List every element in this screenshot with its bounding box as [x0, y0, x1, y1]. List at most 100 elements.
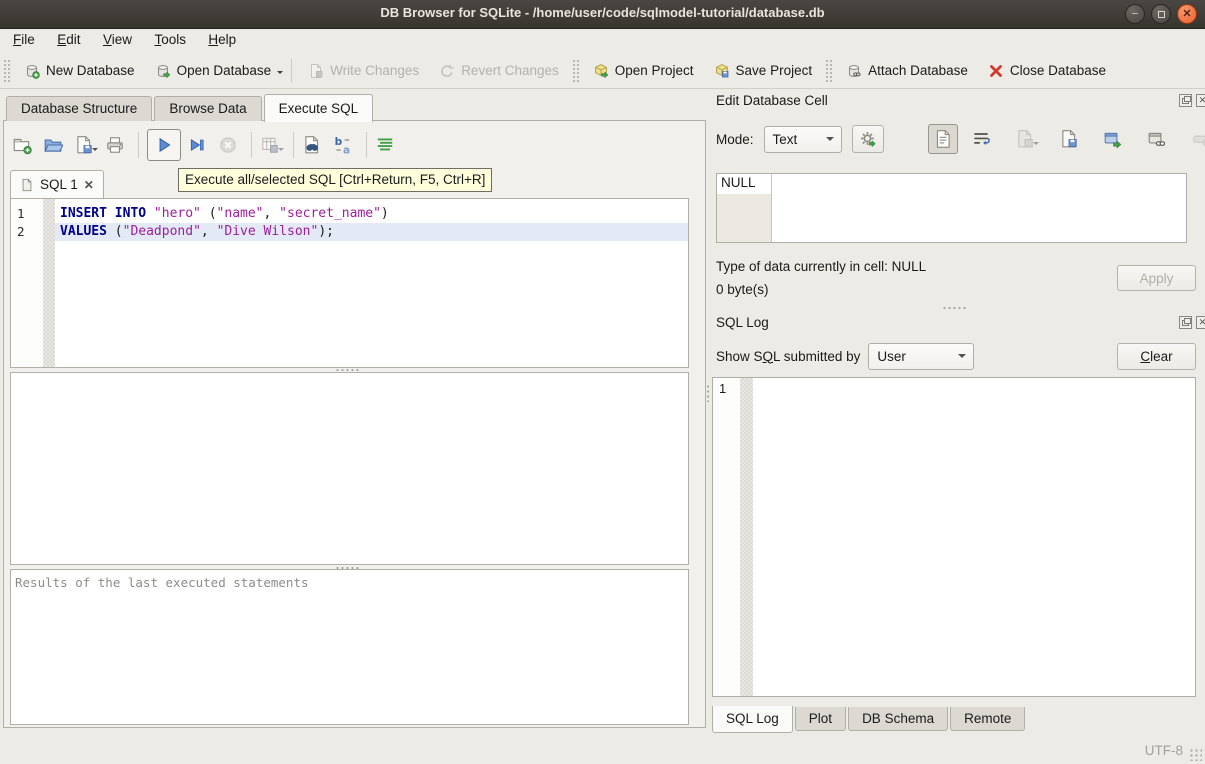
- menu-file[interactable]: File: [4, 29, 44, 47]
- stop-icon: [218, 135, 238, 155]
- cell-value: NULL: [717, 174, 771, 194]
- format-sql-button[interactable]: [375, 135, 395, 155]
- mode-label: Mode:: [716, 132, 754, 147]
- sql-editor-tab-bar: SQL 1 ✕: [10, 170, 104, 198]
- open-sql-file-button[interactable]: [43, 135, 63, 155]
- log-filter-combobox[interactable]: User: [868, 343, 974, 370]
- tab-remote[interactable]: Remote: [950, 707, 1025, 731]
- save-sql-file-button[interactable]: [74, 135, 94, 155]
- results-grid-pane[interactable]: [10, 372, 689, 565]
- cell-value-editor[interactable]: NULL: [716, 173, 1187, 243]
- execute-all-button[interactable]: [147, 129, 181, 161]
- write-changes-button[interactable]: Write Changes: [298, 56, 429, 86]
- attach-database-button[interactable]: Attach Database: [836, 56, 978, 86]
- menu-edit[interactable]: Edit: [48, 29, 89, 47]
- find-button[interactable]: [302, 135, 322, 155]
- menubar: File Edit View Tools Help: [0, 29, 1205, 53]
- bottom-tab-bar: SQL Log Plot DB Schema Remote: [712, 707, 1027, 734]
- open-project-button[interactable]: Open Project: [583, 56, 704, 86]
- word-wrap-button[interactable]: [971, 129, 991, 149]
- revert-changes-icon: [439, 63, 455, 79]
- window-controls: − ✕: [1125, 4, 1197, 24]
- chevron-down-icon: [951, 350, 973, 362]
- set-null-button[interactable]: [1191, 129, 1205, 149]
- svg-text:b: b: [335, 136, 343, 148]
- new-database-icon: [24, 63, 40, 79]
- log-line-numbers: 1: [713, 378, 740, 696]
- sql-editor[interactable]: 1 2 INSERT INTO "hero" ("name", "secret_…: [10, 198, 689, 368]
- resize-grip[interactable]: [1189, 748, 1202, 761]
- sql-1-tab-close-icon[interactable]: ✕: [84, 178, 94, 192]
- apply-button[interactable]: Apply: [1117, 265, 1196, 291]
- revert-changes-button[interactable]: Revert Changes: [429, 56, 569, 86]
- close-database-label: Close Database: [1010, 63, 1106, 78]
- menu-help[interactable]: Help: [199, 29, 245, 47]
- line-number: 2: [11, 223, 43, 241]
- format-sql-icon: [375, 135, 395, 155]
- import-cell-data-button[interactable]: [1015, 129, 1035, 149]
- print-sql-button[interactable]: [105, 135, 125, 155]
- minimize-icon: −: [1132, 9, 1138, 20]
- open-url-button[interactable]: [1147, 129, 1167, 149]
- tab-execute-sql[interactable]: Execute SQL: [264, 94, 374, 122]
- code-line-1: INSERT INTO "hero" ("name", "secret_name…: [55, 205, 688, 223]
- titlebar[interactable]: DB Browser for SQLite - /home/user/code/…: [0, 0, 1205, 29]
- stop-execution-button[interactable]: [218, 135, 238, 155]
- save-sql-dropdown-arrow[interactable]: [92, 148, 98, 154]
- vertical-splitter-handle[interactable]: [706, 384, 710, 402]
- auto-apply-button[interactable]: [852, 125, 884, 153]
- replace-button[interactable]: b a: [333, 135, 353, 155]
- tab-sql-log[interactable]: SQL Log: [712, 706, 793, 733]
- tab-db-schema[interactable]: DB Schema: [848, 707, 948, 731]
- new-database-button[interactable]: New Database: [14, 56, 145, 86]
- encoding-indicator[interactable]: UTF-8: [1145, 743, 1183, 758]
- close-database-button[interactable]: Close Database: [978, 56, 1116, 86]
- save-project-label: Save Project: [736, 63, 813, 78]
- tab-database-structure[interactable]: Database Structure: [6, 96, 152, 121]
- text-mode-toggle[interactable]: [928, 124, 958, 154]
- import-data-icon: [1015, 129, 1035, 149]
- open-database-dropdown-arrow[interactable]: [277, 71, 283, 77]
- toolbar-drag-handle[interactable]: [572, 59, 580, 83]
- editor-code-area[interactable]: INSERT INTO "hero" ("name", "secret_name…: [55, 199, 688, 367]
- cell-editor-margin: NULL: [717, 174, 772, 242]
- menu-tools[interactable]: Tools: [145, 29, 195, 47]
- sql-log-float-button[interactable]: [1179, 316, 1192, 329]
- import-dropdown-arrow[interactable]: [1033, 142, 1039, 148]
- dock-splitter-handle[interactable]: [942, 306, 968, 310]
- sql-toolbar-separator: [251, 132, 252, 158]
- open-sql-tab-button[interactable]: [12, 135, 32, 155]
- maximize-button[interactable]: [1151, 4, 1171, 24]
- sql-toolbar: b a: [12, 128, 406, 162]
- close-button[interactable]: ✕: [1177, 4, 1197, 24]
- save-results-button[interactable]: [260, 135, 280, 155]
- sql-log-close-button[interactable]: ✕: [1196, 316, 1205, 329]
- mode-combobox[interactable]: Text: [764, 126, 842, 153]
- minimize-button[interactable]: −: [1125, 4, 1145, 24]
- sql-1-tab[interactable]: SQL 1 ✕: [10, 170, 104, 198]
- menu-view[interactable]: View: [94, 29, 141, 47]
- results-message-pane[interactable]: Results of the last executed statements: [10, 569, 689, 725]
- execute-line-icon: [187, 135, 207, 155]
- open-database-button[interactable]: Open Database: [145, 56, 282, 86]
- clear-log-button[interactable]: Clear: [1117, 343, 1196, 370]
- export-cell-data-button[interactable]: [1059, 129, 1079, 149]
- main-toolbar: New Database Open Database Write Changes…: [0, 53, 1205, 89]
- tab-browse-data[interactable]: Browse Data: [154, 96, 261, 121]
- open-in-external-button[interactable]: [1103, 129, 1123, 149]
- save-project-button[interactable]: Save Project: [704, 56, 823, 86]
- edit-cell-close-button[interactable]: ✕: [1196, 94, 1205, 107]
- save-results-dropdown-arrow[interactable]: [278, 148, 284, 154]
- toolbar-drag-handle[interactable]: [825, 59, 833, 83]
- sql-toolbar-separator: [293, 132, 294, 158]
- find-icon: [302, 135, 322, 155]
- execute-line-button[interactable]: [187, 135, 207, 155]
- sql-log-view[interactable]: 1: [712, 377, 1196, 697]
- open-external-icon: [1103, 129, 1123, 149]
- edit-cell-float-button[interactable]: [1179, 94, 1192, 107]
- show-sql-label: Show SQL submitted by: [716, 349, 860, 364]
- tab-plot[interactable]: Plot: [795, 707, 846, 731]
- execute-sql-panel: b a SQL 1 ✕ 1 2 INS: [3, 120, 706, 728]
- toolbar-drag-handle[interactable]: [3, 59, 11, 83]
- close-database-icon: [988, 63, 1004, 79]
